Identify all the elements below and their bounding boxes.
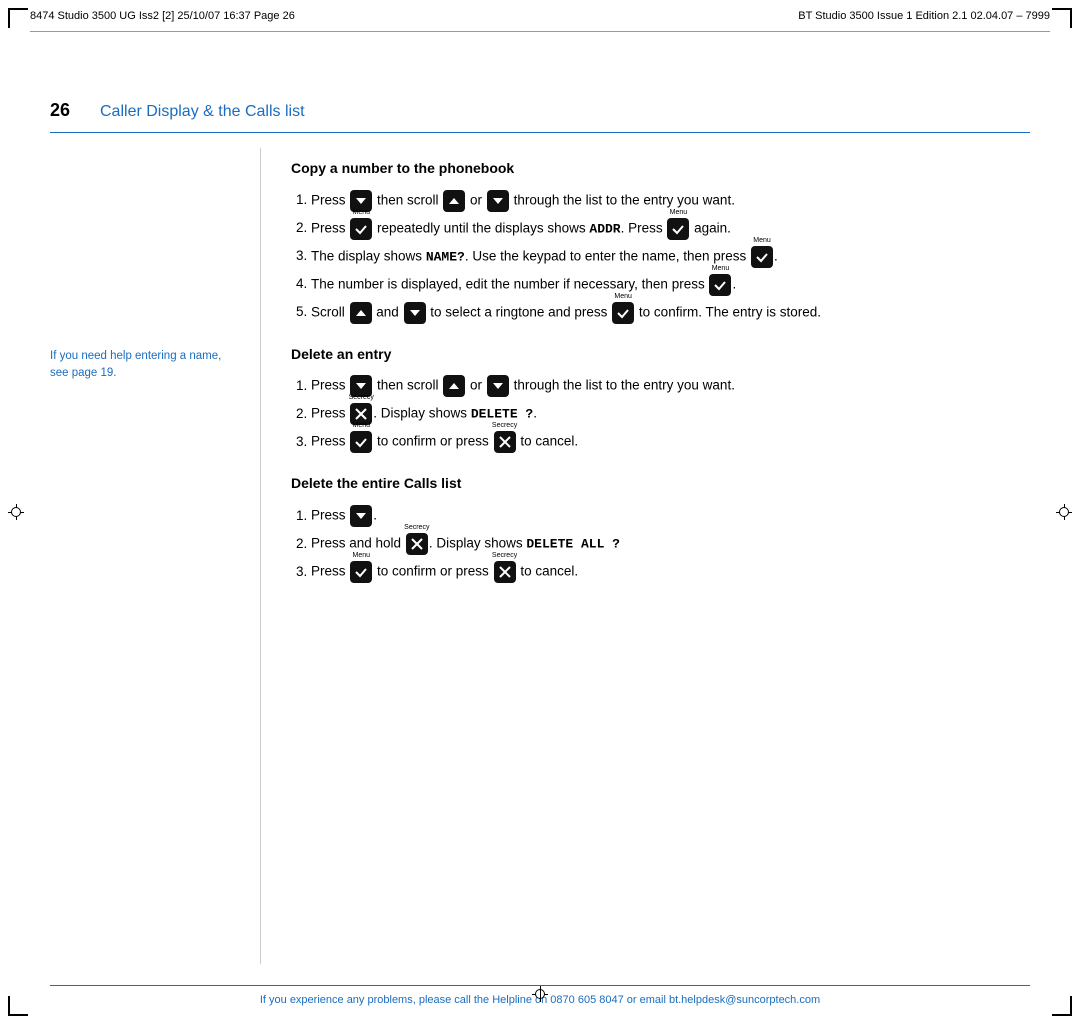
delete-all-step-3: Press Menu to confirm or press Secrecy t…	[311, 561, 1030, 583]
btn-menu-d3: Menu	[350, 431, 372, 453]
btn-menu-check-2: Menu	[350, 218, 372, 240]
copy-step-2: Press Menu repeatedly until the displays…	[311, 218, 1030, 240]
section-title-delete: Delete an entry	[291, 344, 1030, 366]
page-title: Caller Display & the Calls list	[100, 103, 305, 121]
sidebar: If you need help entering a name, see pa…	[50, 148, 250, 964]
btn-up	[443, 190, 465, 212]
page-number: 26	[50, 100, 80, 121]
header-right: BT Studio 3500 Issue 1 Edition 2.1 02.04…	[798, 10, 1050, 22]
btn-up-d1	[443, 375, 465, 397]
delete-all-step-2: Press and hold Secrecy . Display shows D…	[311, 533, 1030, 555]
main-content: Copy a number to the phonebook Press the…	[271, 148, 1030, 964]
delete-all-steps-list: Press . Press and hold Secrecy . Display…	[311, 505, 1030, 583]
btn-down-da1	[350, 505, 372, 527]
btn-secrecy-d3: Secrecy	[494, 431, 516, 453]
copy-step-3: The display shows NAME?. Use the keypad …	[311, 246, 1030, 268]
corner-bl	[8, 996, 28, 1016]
content-area: If you need help entering a name, see pa…	[50, 148, 1030, 964]
btn-menu-da3: Menu	[350, 561, 372, 583]
copy-steps-list: Press then scroll or through the list to…	[311, 190, 1030, 324]
content-divider	[260, 148, 261, 964]
header-left: 8474 Studio 3500 UG Iss2 [2] 25/10/07 16…	[30, 10, 295, 22]
delete-step-3: Press Menu to confirm or press Secrecy t…	[311, 431, 1030, 453]
page-header: 26 Caller Display & the Calls list	[50, 100, 1030, 121]
btn-menu-check-5: Menu	[612, 302, 634, 324]
btn-down-5	[404, 302, 426, 324]
section-divider	[50, 132, 1030, 133]
right-crosshair	[1056, 504, 1072, 520]
btn-up-5	[350, 302, 372, 324]
sidebar-note: If you need help entering a name, see pa…	[50, 348, 230, 383]
copy-step-4: The number is displayed, edit the number…	[311, 274, 1030, 296]
btn-down-d1b	[487, 375, 509, 397]
copy-step-5: Scroll and to select a ringtone and pres…	[311, 302, 1030, 324]
corner-tr	[1052, 8, 1072, 28]
section-title-copy: Copy a number to the phonebook	[291, 158, 1030, 180]
left-crosshair	[8, 504, 24, 520]
corner-tl	[8, 8, 28, 28]
btn-secrecy-da3: Secrecy	[494, 561, 516, 583]
delete-steps-list: Press then scroll or through the list to…	[311, 375, 1030, 453]
section-title-delete-all: Delete the entire Calls list	[291, 473, 1030, 495]
btn-down-2	[487, 190, 509, 212]
btn-menu-check-3: Menu	[751, 246, 773, 268]
btn-menu-check-4: Menu	[709, 274, 731, 296]
bottom-crosshair	[532, 986, 548, 1002]
header-strip: 8474 Studio 3500 UG Iss2 [2] 25/10/07 16…	[30, 0, 1050, 32]
btn-secrecy-da2: Secrecy	[406, 533, 428, 555]
btn-menu-check-again: Menu	[667, 218, 689, 240]
corner-br	[1052, 996, 1072, 1016]
delete-step-2: Press Secrecy . Display shows DELETE ?.	[311, 403, 1030, 425]
delete-step-1: Press then scroll or through the list to…	[311, 375, 1030, 397]
